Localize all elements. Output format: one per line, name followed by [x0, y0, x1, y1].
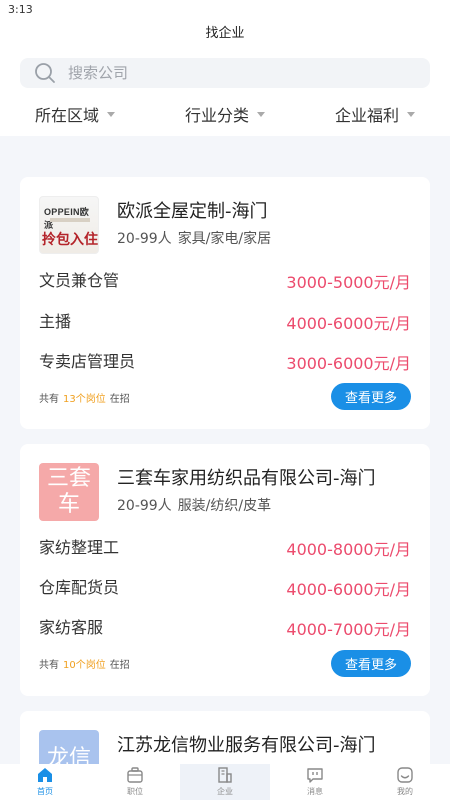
- company-logo: 三套车: [39, 463, 99, 521]
- job-row[interactable]: 专卖店管理员 3000-6000元/月: [39, 348, 411, 373]
- caret-down-icon: [107, 111, 115, 117]
- summary-suffix: 在招: [109, 394, 130, 405]
- job-title: 家纺客服: [39, 618, 104, 637]
- company-card[interactable]: OPPEIN欧派 拎包入住 欧派全屋定制-海门 20-99人 家具/家电/家居 文…: [20, 177, 430, 429]
- tab-profile[interactable]: 我的: [360, 764, 450, 800]
- company-size: 20-99人: [117, 498, 172, 514]
- summary-prefix: 共有: [39, 660, 59, 671]
- filter-benefits[interactable]: 企业福利: [300, 92, 450, 136]
- filter-industry[interactable]: 行业分类: [150, 92, 300, 136]
- company-size: 20-99人: [117, 231, 172, 247]
- job-title: 主播: [39, 312, 72, 331]
- job-title: 文员兼仓管: [39, 271, 120, 290]
- view-more-button[interactable]: 查看更多: [331, 650, 411, 677]
- company-meta: 20-99人 服装/纺织/皮革: [117, 495, 271, 515]
- tab-messages-label: 消息: [307, 787, 323, 796]
- job-count: 10个岗位: [63, 660, 106, 671]
- job-count: 13个岗位: [63, 394, 106, 405]
- job-salary: 3000-6000元/月: [286, 354, 411, 373]
- tab-home[interactable]: 首页: [0, 764, 90, 800]
- filter-industry-label: 行业分类: [184, 106, 249, 125]
- caret-down-icon: [407, 111, 415, 117]
- job-title: 仓库配货员: [39, 578, 120, 597]
- job-salary: 3000-5000元/月: [286, 273, 411, 292]
- company-category: 服装/纺织/皮革: [177, 498, 272, 514]
- job-row[interactable]: 文员兼仓管 3000-5000元/月: [39, 267, 411, 292]
- company-name[interactable]: 江苏龙信物业服务有限公司-海门: [117, 731, 376, 757]
- page-title: 找企业: [0, 18, 450, 54]
- filter-benefits-label: 企业福利: [334, 106, 399, 125]
- search-icon: [35, 63, 55, 83]
- status-time: 3:13: [8, 3, 33, 16]
- search-bar[interactable]: [20, 58, 430, 88]
- building-icon: [218, 767, 232, 783]
- job-salary: 4000-8000元/月: [286, 540, 411, 559]
- job-count-summary: 共有 10个岗位 在招: [39, 656, 130, 671]
- filter-bar: 所在区域 行业分类 企业福利: [0, 92, 450, 136]
- message-icon: [307, 768, 323, 783]
- job-row[interactable]: 仓库配货员 4000-6000元/月: [39, 574, 411, 599]
- job-title: 家纺整理工: [39, 538, 120, 557]
- tab-jobs-label: 职位: [127, 787, 143, 796]
- search-section: [0, 54, 450, 92]
- tab-companies[interactable]: 企业: [180, 764, 270, 800]
- filter-region-label: 所在区域: [34, 106, 99, 125]
- job-row[interactable]: 家纺客服 4000-7000元/月: [39, 614, 411, 639]
- summary-prefix: 共有: [39, 394, 59, 405]
- company-meta: 20-99人 家具/家电/家居: [117, 228, 271, 248]
- tab-jobs[interactable]: 职位: [90, 764, 180, 800]
- briefcase-icon: [127, 767, 143, 783]
- bottom-tab-bar: 首页 职位 企业 消息 我的: [0, 764, 450, 800]
- job-row[interactable]: 家纺整理工 4000-8000元/月: [39, 534, 411, 559]
- logo-divider: [50, 218, 90, 222]
- summary-suffix: 在招: [109, 660, 130, 671]
- job-row[interactable]: 主播 4000-6000元/月: [39, 308, 411, 333]
- company-category: 家具/家电/家居: [177, 231, 272, 247]
- job-salary: 4000-7000元/月: [286, 620, 411, 639]
- logo-slogan-text: 拎包入住: [42, 232, 98, 248]
- status-bar: 3:13: [0, 0, 450, 18]
- search-input[interactable]: [68, 64, 368, 82]
- job-title: 专卖店管理员: [39, 352, 136, 371]
- caret-down-icon: [257, 111, 265, 117]
- company-name[interactable]: 三套车家用纺织品有限公司-海门: [117, 464, 376, 490]
- view-more-button[interactable]: 查看更多: [331, 383, 411, 410]
- tab-companies-label: 企业: [217, 787, 233, 796]
- home-icon: [38, 768, 52, 782]
- tab-profile-label: 我的: [397, 787, 413, 796]
- tab-messages[interactable]: 消息: [270, 764, 360, 800]
- smiley-icon: [397, 767, 413, 783]
- job-salary: 4000-6000元/月: [286, 314, 411, 333]
- job-count-summary: 共有 13个岗位 在招: [39, 390, 130, 405]
- company-logo: OPPEIN欧派 拎包入住: [39, 196, 99, 254]
- company-name[interactable]: 欧派全屋定制-海门: [117, 197, 268, 223]
- tab-home-label: 首页: [37, 787, 53, 796]
- filter-region[interactable]: 所在区域: [0, 92, 150, 136]
- company-card[interactable]: 三套车 三套车家用纺织品有限公司-海门 20-99人 服装/纺织/皮革 家纺整理工…: [20, 444, 430, 696]
- job-salary: 4000-6000元/月: [286, 580, 411, 599]
